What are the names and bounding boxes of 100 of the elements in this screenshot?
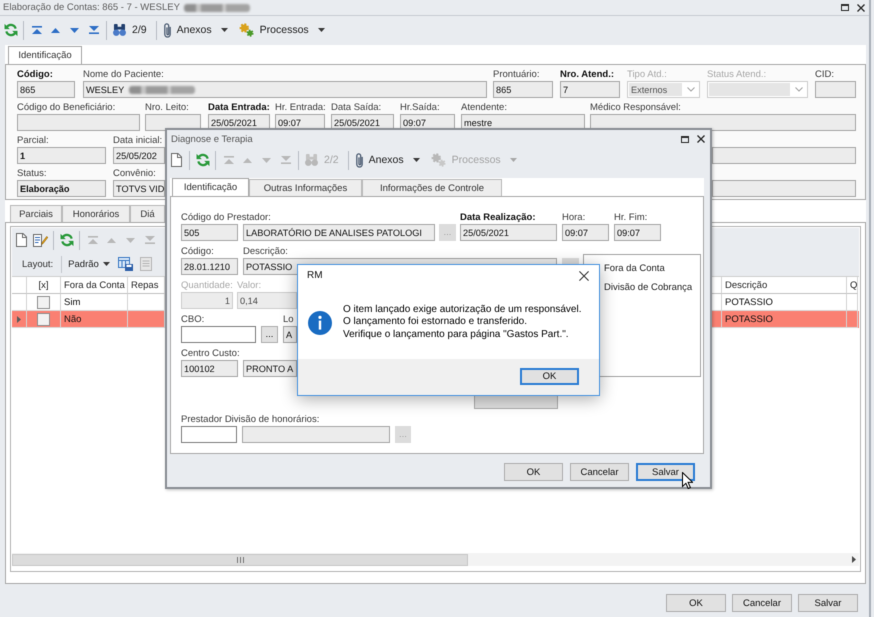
field-label: Status Atend.: (707, 69, 766, 81)
tab[interactable]: Identificação (172, 178, 249, 196)
table-save-icon[interactable] (118, 257, 133, 271)
field-label: Data Entrada: (208, 102, 270, 114)
dropdown-menu-button[interactable]: Anexos (352, 150, 425, 170)
text-field[interactable] (712, 147, 856, 164)
refresh-icon[interactable] (196, 153, 210, 167)
dialog-title: RM (307, 270, 323, 281)
text-field[interactable]: 09:07 (614, 224, 661, 241)
text-field[interactable]: 1 (17, 147, 106, 164)
field-label: Hr.Saída: (400, 102, 440, 114)
tab[interactable]: Outras Informações (249, 179, 362, 196)
column-header[interactable]: [x] (27, 277, 61, 294)
text-field[interactable]: 28.01.1210 (181, 258, 238, 275)
text-field[interactable] (815, 81, 856, 98)
close-icon[interactable] (857, 4, 865, 12)
field-label: Médico Responsável: (590, 102, 681, 114)
page-icon[interactable] (16, 233, 27, 247)
close-icon[interactable] (579, 270, 589, 280)
triangle-down-bar-icon[interactable] (88, 26, 98, 34)
refresh-icon[interactable] (60, 233, 74, 247)
push-button[interactable]: Cancelar (570, 463, 629, 481)
text-field[interactable]: TOTVS VID (113, 180, 165, 197)
text-field[interactable]: LABORATÓRIO DE ANALISES PATOLOGI (243, 224, 435, 241)
triangle-down-icon[interactable] (70, 28, 79, 32)
grip-icon (236, 556, 244, 562)
push-button[interactable]: Cancelar (732, 594, 792, 612)
chevron-down-icon (687, 87, 695, 92)
text-field[interactable]: 865 (17, 81, 75, 98)
paperclip-icon (356, 152, 363, 168)
text-field[interactable]: WESLEY (83, 81, 487, 98)
input-field[interactable] (181, 326, 256, 343)
close-icon[interactable] (697, 135, 705, 143)
dropdown-menu-button[interactable]: Anexos (160, 20, 233, 40)
tab[interactable]: Parciais (10, 205, 62, 222)
text-field[interactable] (17, 114, 140, 131)
horizontal-scrollbar[interactable] (12, 553, 859, 566)
field-label: Prontuário: (493, 69, 540, 81)
scrollbar-thumb[interactable] (12, 554, 468, 566)
page-pencil-icon[interactable] (33, 233, 48, 247)
record-counter: 2/9 (132, 24, 147, 36)
text-field[interactable]: A (283, 326, 297, 343)
text-field[interactable] (712, 180, 856, 197)
tab[interactable]: Diá (130, 205, 165, 222)
push-button[interactable]: OK (520, 368, 579, 385)
column-header[interactable]: Descrição (722, 277, 847, 294)
field-label: Nro. Atend.: (560, 69, 614, 81)
checkbox-label[interactable]: Fora da Conta (604, 263, 665, 275)
checkbox[interactable] (37, 296, 50, 308)
checkbox-label[interactable]: Divisão de Cobrança (604, 282, 692, 294)
layout-dropdown-button[interactable]: Padrão (68, 255, 110, 273)
tab[interactable]: Honorários (62, 205, 130, 222)
text-field[interactable]: 25/05/2021 (460, 224, 557, 241)
text-field[interactable]: 865 (493, 81, 553, 98)
input-field[interactable] (181, 426, 237, 443)
push-button[interactable]: OK (504, 463, 563, 481)
maximize-icon[interactable] (681, 136, 689, 142)
text-field[interactable] (590, 114, 856, 131)
push-button[interactable]: OK (666, 594, 726, 612)
field-label: CID: (815, 69, 834, 81)
message-text: O item lançado exige autorização de um responsável. O lançamento foi estornado e transferido. Verifique o lançamento para página "Gastos Part.". (343, 304, 582, 342)
window-title: Elaboração de Contas: 865 - 7 - WESLEY (3, 2, 180, 13)
gears-icon (430, 153, 446, 167)
caret-icon (510, 158, 517, 162)
text-field[interactable]: PRONTO A (243, 360, 297, 377)
text-field[interactable]: 7 (560, 81, 620, 98)
field-label: Valor: (237, 280, 262, 292)
record-counter: 2/2 (324, 154, 339, 166)
text-field[interactable] (242, 426, 390, 443)
field-label: Convênio: (113, 168, 156, 180)
refresh-icon[interactable] (4, 23, 18, 37)
text-field[interactable]: 505 (181, 224, 238, 241)
triangle-right-icon[interactable] (852, 556, 856, 563)
push-button[interactable]: Salvar (636, 463, 695, 481)
caret-icon (102, 262, 110, 266)
field-label: Prestador Divisão de honorários: (181, 414, 320, 426)
field-label: Hr. Fim: (614, 212, 648, 224)
tab[interactable]: Informações de Controle (362, 179, 502, 196)
field-label: Descrição: (243, 246, 288, 258)
checkbox[interactable] (37, 312, 50, 326)
triangle-up-bar-icon[interactable] (32, 26, 42, 34)
caret-icon (412, 158, 420, 162)
binoculars-icon[interactable] (113, 24, 126, 36)
triangle-up-icon[interactable] (51, 28, 60, 32)
text-field[interactable]: 25/05/202 (113, 147, 165, 164)
dropdown-menu-button[interactable]: Processos (234, 20, 330, 40)
blurred-text-block (129, 86, 196, 94)
text-field[interactable]: 100102 (181, 360, 238, 377)
caret-icon (318, 28, 325, 32)
tab[interactable]: Identificação (8, 46, 82, 64)
column-header[interactable]: Fora da Conta (61, 277, 128, 294)
maximize-icon[interactable] (841, 4, 849, 11)
field-label: Parcial: (17, 135, 49, 147)
text-field[interactable]: 09:07 (562, 224, 609, 241)
field-label: Hr. Entrada: (275, 102, 326, 114)
lookup-button[interactable]: ... (261, 326, 278, 343)
page-icon[interactable] (171, 153, 182, 167)
column-header[interactable]: Q (847, 277, 858, 294)
text-field[interactable]: Elaboração (17, 180, 106, 197)
push-button[interactable]: Salvar (798, 594, 858, 612)
